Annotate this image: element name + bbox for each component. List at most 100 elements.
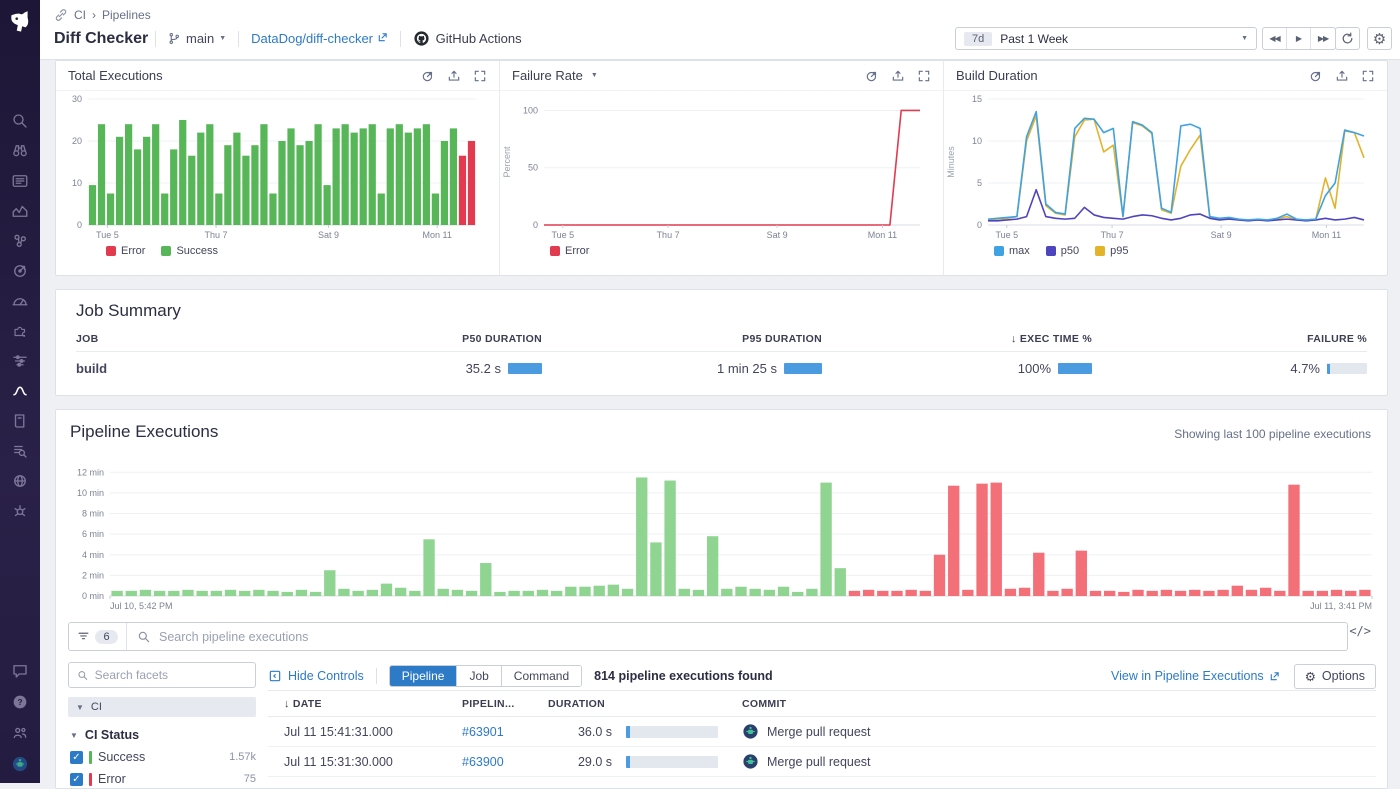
scope-icon[interactable]: [865, 69, 879, 83]
p50-value: 35.2 s: [466, 361, 501, 376]
chevron-down-icon[interactable]: ▼: [591, 72, 598, 79]
export-icon[interactable]: [1335, 69, 1349, 83]
legend-label: Error: [565, 245, 589, 257]
user-avatar[interactable]: [11, 755, 29, 773]
facet-ci-status[interactable]: ▼ CI Status: [68, 728, 256, 742]
search-input[interactable]: [159, 630, 1337, 644]
tab-job[interactable]: Job: [457, 666, 501, 686]
duration-bar: [626, 726, 718, 738]
monitors-icon[interactable]: [11, 262, 29, 280]
chat-icon[interactable]: [11, 662, 29, 680]
search-icon[interactable]: [11, 112, 29, 130]
checkbox-checked[interactable]: ✓: [70, 751, 83, 764]
col-duration[interactable]: DURATION: [548, 698, 626, 710]
job-summary-row[interactable]: build 35.2 s 1 min 25 s 100% 4.7%: [76, 361, 1367, 376]
col-date[interactable]: ↓DATE: [284, 698, 462, 710]
watchdog-icon[interactable]: [11, 142, 29, 160]
table-row[interactable]: Jul 11 15:31:30.000 #63900 29.0 s Merge …: [268, 747, 1376, 777]
legend-item[interactable]: Success: [161, 245, 218, 257]
settings-button[interactable]: ⚙: [1367, 27, 1392, 50]
fullscreen-icon[interactable]: [1361, 69, 1375, 83]
dashboards-icon[interactable]: [11, 292, 29, 310]
refresh-button[interactable]: [1335, 27, 1360, 50]
search-icon: [137, 630, 151, 644]
legend-item[interactable]: max: [994, 245, 1030, 257]
facet-group-ci[interactable]: ▼ CI: [68, 697, 256, 717]
p95-bar: [784, 363, 822, 374]
legend-swatch: [550, 246, 560, 256]
table-row[interactable]: Jul 11 15:41:31.000 #63901 36.0 s Merge …: [268, 717, 1376, 747]
hide-controls-button[interactable]: Hide Controls: [268, 669, 364, 683]
external-link-icon: [1269, 671, 1280, 682]
col-failure[interactable]: FAILURE %: [1092, 333, 1367, 345]
pipeline-durations-chart[interactable]: 0 min2 min4 min6 min8 min10 min12 minJul…: [62, 454, 1380, 614]
col-p95[interactable]: P95 DURATION: [542, 333, 822, 345]
time-back-button[interactable]: ◀◀: [1263, 28, 1287, 49]
tab-command[interactable]: Command: [502, 666, 581, 686]
col-commit[interactable]: COMMIT: [742, 698, 1376, 710]
export-icon[interactable]: [891, 69, 905, 83]
chevron-down-icon: ▼: [70, 731, 78, 740]
sort-desc-icon: ↓: [284, 698, 290, 710]
pipeline-id-link[interactable]: #63900: [462, 755, 548, 769]
scope-icon[interactable]: [1309, 69, 1323, 83]
svg-text:Mon 11: Mon 11: [868, 230, 897, 240]
svg-text:Sat 9: Sat 9: [318, 230, 339, 240]
security-icon[interactable]: [11, 472, 29, 490]
p50-bar: [508, 363, 542, 374]
facet-item-success[interactable]: ✓ Success 1.57k: [68, 750, 256, 764]
pipeline-id-link[interactable]: #63901: [462, 725, 548, 739]
breadcrumb-ci[interactable]: CI: [74, 8, 86, 22]
time-range-selector[interactable]: 7d Past 1 Week ▼: [955, 27, 1257, 50]
breadcrumb-pipelines[interactable]: Pipelines: [102, 8, 151, 22]
chevron-down-icon: ▼: [219, 35, 226, 42]
col-p50[interactable]: P50 DURATION: [262, 333, 542, 345]
legend-item[interactable]: Error: [550, 245, 589, 257]
fullscreen-icon[interactable]: [473, 69, 487, 83]
time-forward-button[interactable]: ▶▶: [1311, 28, 1335, 49]
apm-traces-icon[interactable]: [11, 352, 29, 370]
total-executions-chart[interactable]: 0102030Tue 5Thu 7Sat 9Mon 11: [56, 91, 486, 243]
repo-link[interactable]: DataDog/diff-checker: [251, 31, 388, 46]
col-job[interactable]: JOB: [76, 333, 262, 345]
ci-pipelines-icon-active[interactable]: [11, 382, 29, 400]
legend-swatch: [1095, 246, 1105, 256]
facet-search-input[interactable]: [95, 668, 247, 682]
summary-charts-card: Total Executions 0102030Tue 5Thu 7Sat 9M…: [55, 60, 1388, 276]
search-icon: [77, 669, 89, 682]
filter-count-badge: 6: [95, 630, 117, 644]
view-in-pipeline-executions-link[interactable]: View in Pipeline Executions: [1111, 669, 1280, 683]
org-users-icon[interactable]: [11, 724, 29, 742]
datadog-logo[interactable]: [0, 0, 40, 46]
branch-selector[interactable]: main ▼: [168, 31, 226, 46]
fullscreen-icon[interactable]: [917, 69, 931, 83]
options-button[interactable]: ⚙ Options: [1294, 664, 1376, 689]
metrics-icon[interactable]: [11, 202, 29, 220]
col-exec-time[interactable]: ↓EXEC TIME %: [822, 333, 1092, 345]
showing-last-text: Showing last 100 pipeline executions: [1174, 427, 1371, 441]
legend-item[interactable]: p95: [1095, 245, 1128, 257]
infrastructure-icon[interactable]: [11, 232, 29, 250]
integrations-icon[interactable]: [11, 322, 29, 340]
legend-item[interactable]: Error: [106, 245, 145, 257]
log-search-icon[interactable]: [11, 442, 29, 460]
export-icon[interactable]: [447, 69, 461, 83]
build-duration-chart[interactable]: 051015MinutesTue 5Thu 7Sat 9Mon 11: [944, 91, 1374, 243]
checkbox-checked[interactable]: ✓: [70, 773, 83, 786]
time-play-button[interactable]: ▶: [1287, 28, 1311, 49]
svg-text:Tue 5: Tue 5: [96, 230, 119, 240]
facet-item-error[interactable]: ✓ Error 75: [68, 772, 256, 786]
job-name[interactable]: build: [76, 361, 262, 376]
filter-toggle[interactable]: 6: [69, 623, 127, 650]
scope-icon[interactable]: [421, 69, 435, 83]
notebooks-icon[interactable]: [11, 412, 29, 430]
tab-pipeline[interactable]: Pipeline: [390, 666, 458, 686]
code-view-icon[interactable]: </>: [1349, 624, 1371, 638]
col-pipeline[interactable]: PIPELIN...: [462, 698, 548, 710]
branch-icon: [168, 32, 181, 45]
legend-item[interactable]: p50: [1046, 245, 1079, 257]
synthetics-icon[interactable]: [11, 502, 29, 520]
failure-rate-chart[interactable]: 050100PercentTue 5Thu 7Sat 9Mon 11: [500, 91, 930, 243]
help-icon[interactable]: ?: [11, 693, 29, 711]
events-icon[interactable]: [11, 172, 29, 190]
